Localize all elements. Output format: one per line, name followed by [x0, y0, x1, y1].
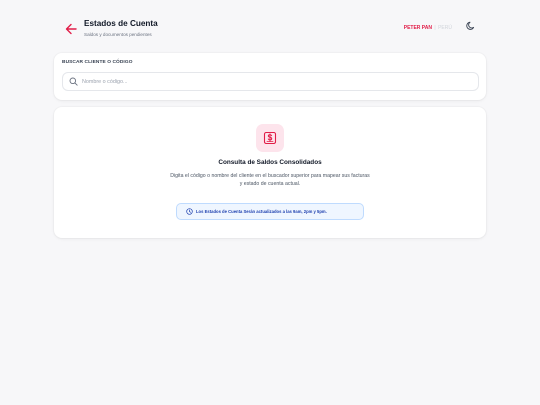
brand-primary: PETER PAN — [403, 25, 432, 31]
search-card: BUSCAR CLIENTE O CÓDIGO — [54, 53, 486, 100]
arrow-left-icon[interactable] — [64, 23, 78, 35]
brand-separator: | — [434, 25, 436, 31]
page-subtitle: Saldos y documentos pendientes — [84, 32, 152, 37]
dollar-document-icon — [263, 131, 277, 145]
search-field[interactable] — [62, 72, 479, 91]
search-input[interactable] — [82, 75, 462, 88]
info-card: Consulta de Saldos Consolidados Digita e… — [54, 107, 486, 238]
info-title: Consulta de Saldos Consolidados — [218, 159, 322, 166]
clock-icon — [186, 208, 193, 215]
search-label: BUSCAR CLIENTE O CÓDIGO — [62, 60, 133, 65]
update-notice: Los Estados de Cuenta Serán actualizados… — [176, 203, 364, 220]
info-description: Digita el código o nombre del cliente en… — [170, 173, 370, 187]
page-title: Estados de Cuenta — [84, 19, 158, 28]
search-icon — [69, 77, 78, 86]
moon-icon[interactable] — [466, 21, 476, 31]
page-header: Estados de Cuenta Saldos y documentos pe… — [54, 10, 486, 46]
notice-text: Los Estados de Cuenta Serán actualizados… — [196, 209, 327, 214]
icon-badge — [256, 124, 284, 152]
brand-logo: PETER PAN | PERÚ — [404, 25, 452, 31]
brand-secondary: PERÚ — [438, 25, 452, 31]
